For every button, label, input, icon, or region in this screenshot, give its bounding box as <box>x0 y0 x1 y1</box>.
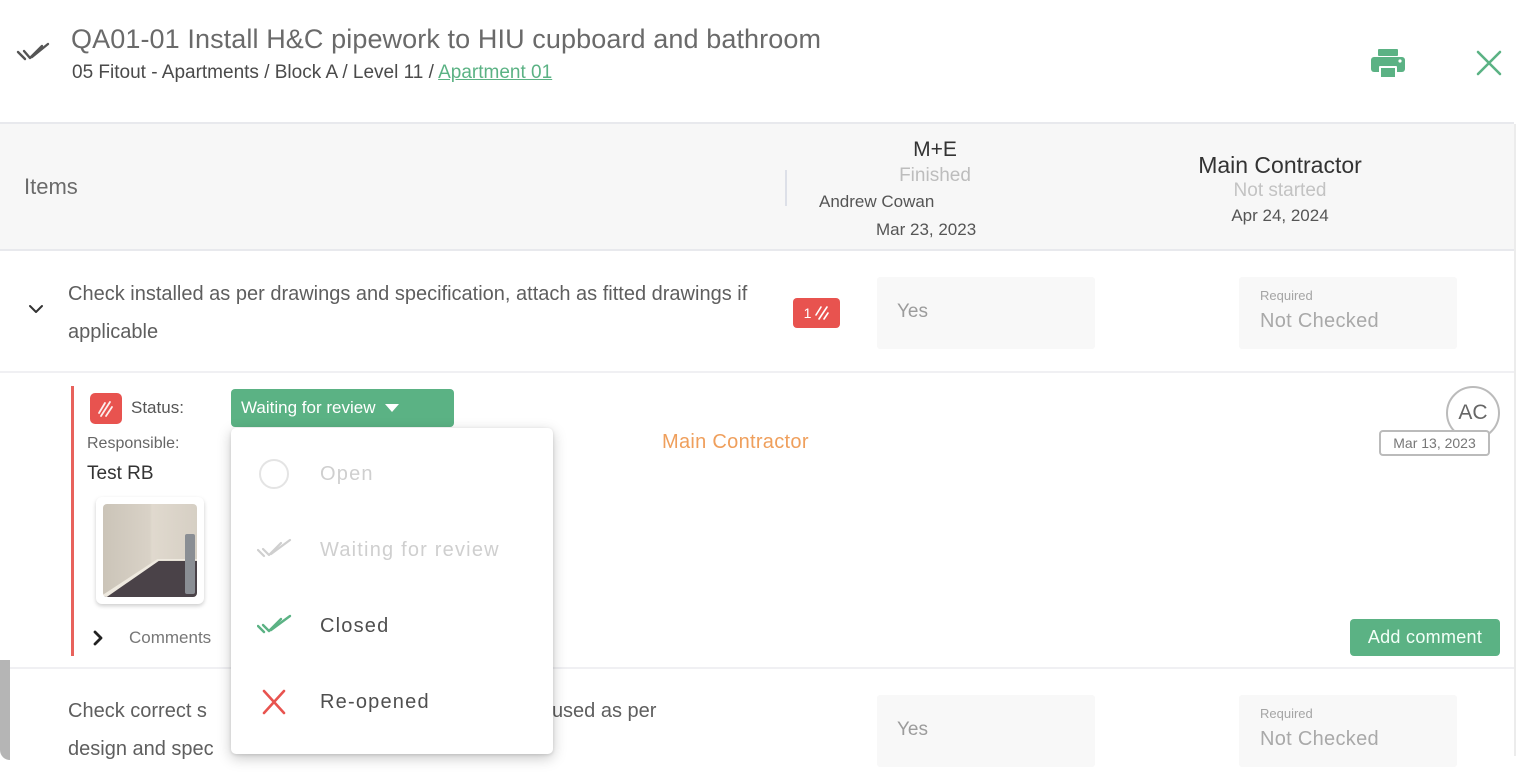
status-label: Status: <box>131 398 184 417</box>
main-contractor-answer-field[interactable]: Required Not Checked <box>1239 695 1457 767</box>
status-option-label: Closed <box>320 615 390 637</box>
item-text: Check installed as per drawings and spec… <box>68 283 748 343</box>
status-option-label: Re-opened <box>320 691 430 713</box>
me-answer-value: Yes <box>897 719 928 740</box>
double-check-icon <box>257 538 292 558</box>
me-answer-value: Yes <box>897 301 928 322</box>
photo-image <box>103 504 197 597</box>
main-contractor-column-status: Not started <box>1233 180 1327 201</box>
issue-indicator-bar <box>71 386 74 656</box>
item-text-line2: design and spec <box>68 738 214 760</box>
issue-detail: Status: Waiting for review Responsible: … <box>0 373 1514 669</box>
close-icon[interactable] <box>1474 48 1504 78</box>
print-icon[interactable] <box>1370 48 1406 80</box>
status-option-label: Open <box>320 463 374 485</box>
me-column-title: M+E <box>913 138 957 161</box>
issue-date: Mar 13, 2023 <box>1379 430 1490 456</box>
breadcrumb: 05 Fitout - Apartments / Block A / Level… <box>72 62 552 84</box>
me-answer-field[interactable]: Yes <box>877 695 1095 767</box>
checklist-row: Check installed as per drawings and spec… <box>0 251 1514 373</box>
main-contractor-column-title: Main Contractor <box>1198 152 1362 178</box>
me-column-status: Finished <box>899 165 971 186</box>
comments-toggle[interactable]: Comments <box>129 628 211 648</box>
x-icon <box>262 689 286 715</box>
me-column-person: Andrew Cowan <box>819 192 935 211</box>
status-option-waiting-for-review[interactable]: Waiting for review <box>231 509 553 585</box>
hatch-icon <box>815 306 830 320</box>
status-dropdown-menu: Open Waiting for review Closed Re-opened <box>231 428 553 754</box>
breadcrumb-path: 05 Fitout - Apartments / Block A / Level… <box>72 62 439 83</box>
required-label: Required <box>1260 288 1313 303</box>
chevron-right-icon[interactable] <box>92 629 104 647</box>
column-divider <box>785 170 787 206</box>
breadcrumb-link-apartment[interactable]: Apartment 01 <box>438 62 552 83</box>
issue-photo-thumbnail[interactable] <box>96 497 204 604</box>
double-check-icon <box>16 42 50 61</box>
status-option-label: Waiting for review <box>320 539 500 561</box>
responsible-label: Responsible: <box>87 435 180 452</box>
main-contractor-answer-value: Not Checked <box>1260 310 1379 332</box>
status-option-open[interactable]: Open <box>231 433 553 509</box>
add-comment-button[interactable]: Add comment <box>1350 619 1500 656</box>
items-column-label: Items <box>24 174 78 199</box>
caret-down-icon <box>385 404 400 412</box>
chevron-down-icon[interactable] <box>28 303 44 315</box>
me-answer-field[interactable]: Yes <box>877 277 1095 349</box>
checklist-row: Check correct s is used as per design and… <box>0 669 1514 782</box>
responsible-value: Test RB <box>87 463 154 484</box>
required-label: Required <box>1260 706 1313 721</box>
me-column-date: Mar 23, 2023 <box>876 220 977 239</box>
circle-icon <box>259 459 289 489</box>
scrollbar-track[interactable] <box>1514 124 1516 756</box>
double-check-icon <box>257 614 292 634</box>
column-header: Items M+E Finished Andrew Cowan Mar 23, … <box>0 124 1514 251</box>
scrollbar-thumb[interactable] <box>0 660 10 760</box>
status-dropdown-button[interactable]: Waiting for review <box>231 389 454 427</box>
item-text-start: Check correct s <box>68 700 207 722</box>
issue-count-badge[interactable]: 1 <box>793 298 840 328</box>
status-option-closed[interactable]: Closed <box>231 585 553 661</box>
status-option-re-opened[interactable]: Re-opened <box>231 661 553 737</box>
main-contractor-column-date: Apr 24, 2024 <box>1231 206 1329 225</box>
reviewing-value: Main Contractor <box>662 431 809 453</box>
status-value: Waiting for review <box>241 398 376 417</box>
checklist-header: QA01-01 Install H&C pipework to HIU cupb… <box>0 0 1514 124</box>
issue-hatch-icon <box>90 393 122 424</box>
main-contractor-answer-value: Not Checked <box>1260 728 1379 750</box>
page-title: QA01-01 Install H&C pipework to HIU cupb… <box>71 24 822 54</box>
issue-count: 1 <box>803 305 812 321</box>
main-contractor-answer-field[interactable]: Required Not Checked <box>1239 277 1457 349</box>
